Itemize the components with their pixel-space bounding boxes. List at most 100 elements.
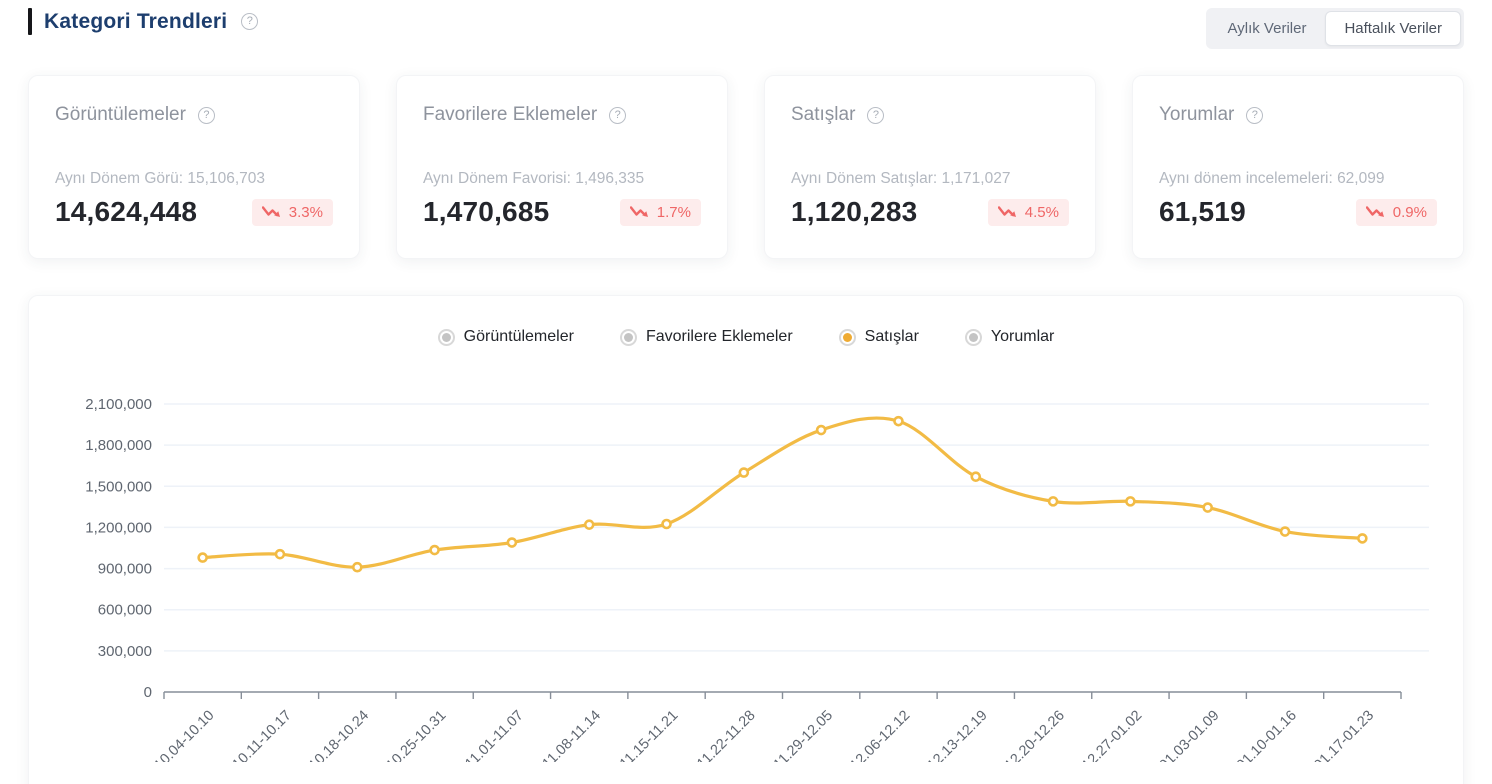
data-point[interactable] [972, 473, 980, 481]
data-point[interactable] [353, 563, 361, 571]
data-point[interactable] [1358, 534, 1366, 542]
trend-down-icon [1366, 205, 1386, 219]
radio-icon [839, 329, 856, 346]
y-axis-label: 2,100,000 [85, 396, 152, 413]
weekly-data-button[interactable]: Haftalık Veriler [1325, 11, 1461, 46]
change-badge: 0.9% [1356, 199, 1437, 226]
data-point[interactable] [894, 417, 902, 425]
x-axis-label: 10.18-10.24 [306, 708, 372, 762]
x-axis-label: 10.11-10.17 [230, 708, 295, 762]
legend-item-comments[interactable]: Yorumlar [965, 328, 1054, 346]
data-point[interactable] [663, 520, 671, 528]
y-axis-label: 0 [144, 684, 152, 701]
card-title: Satışlar [791, 104, 855, 126]
x-axis-label: 01.10-01.16 [1234, 708, 1300, 762]
page-title: Kategori Trendleri [44, 10, 227, 34]
sales-series-line [203, 418, 1363, 567]
card-title: Favorilere Eklemeler [423, 104, 597, 126]
sales-trend-line-chart: 0300,000600,000900,0001,200,0001,500,000… [29, 362, 1463, 762]
card-value: 1,120,283 [791, 196, 917, 228]
y-axis-label: 600,000 [98, 602, 152, 619]
y-axis-label: 1,500,000 [85, 478, 152, 495]
help-icon[interactable]: ? [609, 107, 626, 124]
data-period-toggle: Aylık Veriler Haftalık Veriler [1206, 8, 1464, 49]
x-axis-label: 12.13-12.19 [925, 708, 991, 762]
card-views: Görüntülemeler ? Aynı Dönem Görü: 15,106… [28, 75, 360, 259]
change-badge: 3.3% [252, 199, 333, 226]
x-axis-label: 10.25-10.31 [383, 708, 449, 762]
legend-item-sales[interactable]: Satışlar [839, 328, 919, 346]
card-period-line: Aynı dönem incelemeleri: 62,099 [1159, 170, 1437, 188]
y-axis-label: 300,000 [98, 643, 152, 660]
data-point[interactable] [817, 426, 825, 434]
x-axis-label: 11.01-11.07 [462, 708, 527, 762]
card-sales: Satışlar ? Aynı Dönem Satışlar: 1,171,02… [764, 75, 1096, 259]
data-point[interactable] [1281, 528, 1289, 536]
help-icon[interactable]: ? [198, 107, 215, 124]
period-value: 62,099 [1337, 170, 1384, 187]
legend-label: Yorumlar [991, 328, 1054, 346]
category-trends-page: Kategori Trendleri ? Aylık Veriler Hafta… [0, 0, 1492, 784]
x-axis-label: 11.08-11.14 [540, 708, 605, 762]
period-label: Aynı Dönem Favorisi: [423, 170, 571, 187]
title-accent-bar [28, 8, 32, 35]
data-point[interactable] [740, 469, 748, 477]
x-axis-label: 01.17-01.23 [1311, 708, 1377, 762]
card-period-line: Aynı Dönem Görü: 15,106,703 [55, 170, 333, 188]
stat-cards-row: Görüntülemeler ? Aynı Dönem Görü: 15,106… [28, 75, 1464, 259]
data-point[interactable] [199, 554, 207, 562]
help-icon[interactable]: ? [867, 107, 884, 124]
chart-legend: Görüntülemeler Favorilere Eklemeler Satı… [29, 328, 1463, 346]
data-point[interactable] [431, 546, 439, 554]
period-value: 1,496,335 [575, 170, 644, 187]
y-axis-label: 900,000 [98, 561, 152, 578]
x-axis-label: 11.15-11.21 [617, 708, 682, 762]
x-axis-label: 10.04-10.10 [151, 708, 217, 762]
change-percent: 4.5% [1025, 204, 1059, 221]
data-point[interactable] [276, 550, 284, 558]
period-value: 15,106,703 [187, 170, 265, 187]
radio-icon [965, 329, 982, 346]
help-icon[interactable]: ? [241, 13, 258, 30]
legend-item-favorites[interactable]: Favorilere Eklemeler [620, 328, 793, 346]
x-axis-label: 01.03-01.09 [1156, 708, 1222, 762]
data-point[interactable] [1049, 497, 1057, 505]
card-favorites: Favorilere Eklemeler ? Aynı Dönem Favori… [396, 75, 728, 259]
radio-icon [620, 329, 637, 346]
x-axis-label: 12.06-12.12 [847, 708, 913, 762]
trend-down-icon [262, 205, 282, 219]
data-point[interactable] [1126, 497, 1134, 505]
trend-chart-panel: Görüntülemeler Favorilere Eklemeler Satı… [28, 295, 1464, 784]
data-point[interactable] [585, 521, 593, 529]
change-percent: 0.9% [1393, 204, 1427, 221]
data-point[interactable] [1204, 504, 1212, 512]
x-axis-label: 12.27-01.02 [1079, 708, 1145, 762]
card-period-line: Aynı Dönem Satışlar: 1,171,027 [791, 170, 1069, 188]
period-value: 1,171,027 [941, 170, 1010, 187]
legend-item-views[interactable]: Görüntülemeler [438, 328, 574, 346]
legend-label: Satışlar [865, 328, 919, 346]
trend-down-icon [998, 205, 1018, 219]
period-label: Aynı dönem incelemeleri: [1159, 170, 1333, 187]
legend-label: Görüntülemeler [464, 328, 574, 346]
card-title: Görüntülemeler [55, 104, 186, 126]
title-wrap: Kategori Trendleri ? [28, 8, 258, 35]
card-value: 14,624,448 [55, 196, 197, 228]
radio-icon [438, 329, 455, 346]
change-percent: 1.7% [657, 204, 691, 221]
trend-down-icon [630, 205, 650, 219]
card-period-line: Aynı Dönem Favorisi: 1,496,335 [423, 170, 701, 188]
x-axis-label: 11.22-11.28 [694, 708, 759, 762]
monthly-data-button[interactable]: Aylık Veriler [1209, 11, 1326, 46]
period-label: Aynı Dönem Görü: [55, 170, 183, 187]
card-comments: Yorumlar ? Aynı dönem incelemeleri: 62,0… [1132, 75, 1464, 259]
x-axis-label: 11.29-12.05 [771, 708, 836, 762]
change-percent: 3.3% [289, 204, 323, 221]
legend-label: Favorilere Eklemeler [646, 328, 793, 346]
card-value: 61,519 [1159, 196, 1246, 228]
card-value: 1,470,685 [423, 196, 549, 228]
period-label: Aynı Dönem Satışlar: [791, 170, 937, 187]
data-point[interactable] [508, 539, 516, 547]
help-icon[interactable]: ? [1246, 107, 1263, 124]
page-header: Kategori Trendleri ? Aylık Veriler Hafta… [28, 0, 1464, 49]
